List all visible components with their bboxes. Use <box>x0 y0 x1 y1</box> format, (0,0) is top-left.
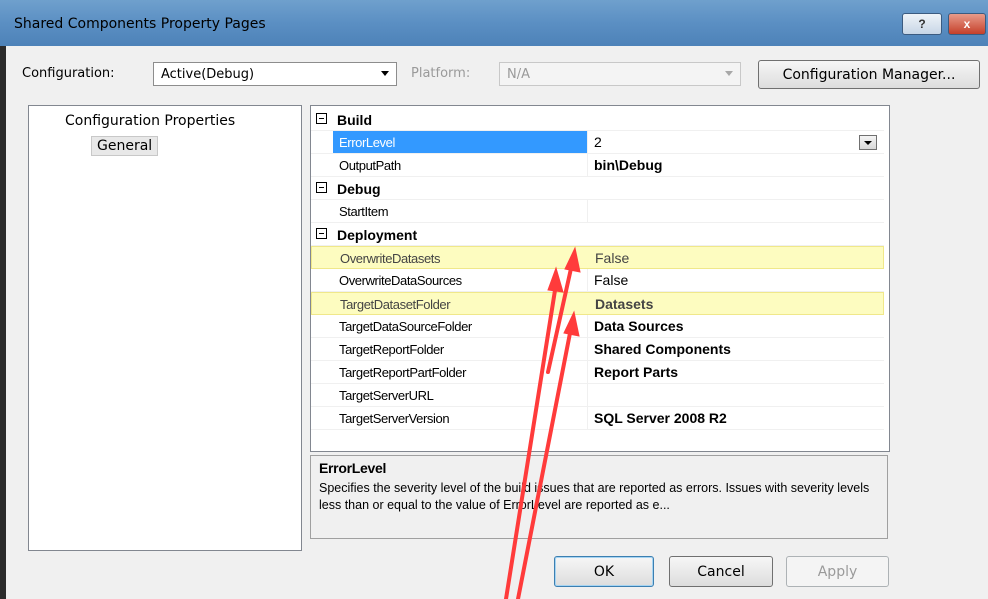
property-value[interactable]: 2 <box>594 134 602 150</box>
category-label: Deployment <box>337 227 418 243</box>
cancel-label: Cancel <box>697 563 745 580</box>
description-text: Specifies the severity level of the buil… <box>319 481 870 512</box>
collapse-icon[interactable] <box>316 228 327 239</box>
column-divider <box>587 154 588 177</box>
property-row-targetreportfolder[interactable]: TargetReportFolder Shared Components <box>311 338 884 361</box>
configuration-manager-button[interactable]: Configuration Manager... <box>758 60 980 89</box>
property-name: TargetDatasetFolder <box>340 297 451 312</box>
configuration-manager-label: Configuration Manager... <box>782 66 956 83</box>
platform-value: N/A <box>507 67 530 82</box>
property-name: TargetReportPartFolder <box>339 365 467 380</box>
property-value[interactable]: Shared Components <box>594 341 731 357</box>
category-deployment[interactable]: Deployment <box>311 223 884 246</box>
collapse-icon[interactable] <box>316 113 327 124</box>
property-name: TargetServerURL <box>339 388 434 403</box>
column-divider <box>587 361 588 384</box>
property-row-outputpath[interactable]: OutputPath bin\Debug <box>311 154 884 177</box>
column-divider <box>587 200 588 223</box>
property-name: OverwriteDataSources <box>339 273 462 288</box>
category-build[interactable]: Build <box>311 108 884 131</box>
column-divider <box>587 338 588 361</box>
configuration-label: Configuration: <box>22 66 115 81</box>
property-row-overwritedatasets[interactable]: OverwriteDatasets False <box>311 246 884 269</box>
property-name: StartItem <box>339 204 389 219</box>
column-divider <box>587 131 588 154</box>
dialog-body: Configuration: Active(Debug) Platform: N… <box>6 46 988 599</box>
property-name: OverwriteDatasets <box>340 251 441 266</box>
property-value[interactable]: Data Sources <box>594 318 683 334</box>
description-panel: ErrorLevel Specifies the severity level … <box>310 455 888 539</box>
platform-label: Platform: <box>411 66 471 81</box>
configuration-select[interactable]: Active(Debug) <box>153 62 397 86</box>
property-name: TargetReportFolder <box>339 342 444 357</box>
chevron-down-icon <box>381 71 389 76</box>
collapse-icon[interactable] <box>316 182 327 193</box>
column-divider <box>587 407 588 430</box>
property-value[interactable]: False <box>594 272 628 288</box>
column-divider <box>587 269 588 292</box>
chevron-down-icon <box>725 71 733 76</box>
property-row-targetserverurl[interactable]: TargetServerURL <box>311 384 884 407</box>
property-pages-dialog: Shared Components Property Pages ? x Con… <box>0 0 988 599</box>
property-row-targetdatasourcefolder[interactable]: TargetDataSourceFolder Data Sources <box>311 315 884 338</box>
ok-label: OK <box>593 563 615 580</box>
tree-item-general[interactable]: General <box>91 136 159 156</box>
ok-button[interactable]: OK <box>554 556 654 587</box>
column-divider <box>587 384 588 407</box>
apply-label: Apply <box>817 563 858 580</box>
property-value[interactable]: bin\Debug <box>594 157 662 173</box>
apply-button[interactable]: Apply <box>786 556 889 587</box>
platform-select[interactable]: N/A <box>499 62 741 86</box>
help-icon: ? <box>918 17 926 31</box>
property-row-overwritedatasources[interactable]: OverwriteDataSources False <box>311 269 884 292</box>
property-row-targetreportpartfolder[interactable]: TargetReportPartFolder Report Parts <box>311 361 884 384</box>
property-row-errorlevel[interactable]: ErrorLevel 2 <box>311 131 884 154</box>
property-row-startitem[interactable]: StartItem <box>311 200 884 223</box>
tree-item-configuration-properties[interactable]: Configuration Properties <box>65 113 235 129</box>
category-label: Debug <box>337 181 381 197</box>
category-label: Build <box>337 112 372 128</box>
description-title: ErrorLevel <box>319 460 387 476</box>
property-name: TargetServerVersion <box>339 411 450 426</box>
close-button[interactable]: x <box>948 13 986 35</box>
window-title: Shared Components Property Pages <box>14 16 266 32</box>
close-icon: x <box>963 17 971 31</box>
property-row-targetdatasetfolder[interactable]: TargetDatasetFolder Datasets <box>311 292 884 315</box>
property-name: OutputPath <box>339 158 401 173</box>
properties-tree: Configuration Properties General <box>28 105 302 551</box>
property-row-targetserverversion[interactable]: TargetServerVersion SQL Server 2008 R2 <box>311 407 884 430</box>
configuration-value: Active(Debug) <box>161 67 255 82</box>
category-debug[interactable]: Debug <box>311 177 884 200</box>
property-value[interactable]: False <box>595 250 629 266</box>
column-divider <box>587 315 588 338</box>
help-button[interactable]: ? <box>902 13 942 35</box>
cancel-button[interactable]: Cancel <box>669 556 773 587</box>
value-dropdown-button[interactable] <box>859 135 877 150</box>
title-bar[interactable]: Shared Components Property Pages ? x <box>0 0 988 46</box>
property-value[interactable]: Report Parts <box>594 364 678 380</box>
property-name: TargetDataSourceFolder <box>339 319 472 334</box>
property-grid: Build ErrorLevel 2 OutputPath bin\Debug … <box>310 105 890 452</box>
property-value[interactable]: Datasets <box>595 296 653 312</box>
property-name: ErrorLevel <box>339 135 395 150</box>
property-value[interactable]: SQL Server 2008 R2 <box>594 410 727 426</box>
